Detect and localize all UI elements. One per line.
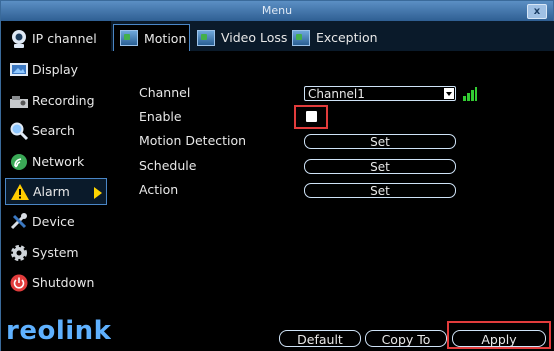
tab-label: Exception [316,30,378,45]
sidebar: IP channel Display Recording Search Netw… [1,21,111,351]
signal-strength-icon [463,87,477,101]
tab-motion[interactable]: Motion [113,24,190,51]
schedule-set-button[interactable]: Set [304,159,456,174]
window-title: Menu [261,4,293,17]
sidebar-item-network[interactable]: Network [5,148,107,175]
sidebar-item-label: Display [32,62,79,77]
brand-logo: reolink [6,316,112,346]
action-set-button[interactable]: Set [304,183,456,198]
channel-select-value: Channel1 [308,87,365,101]
sidebar-item-label: IP channel [32,31,97,46]
channel-label: Channel [139,85,191,100]
sidebar-item-shutdown[interactable]: Shutdown [5,269,107,296]
sidebar-item-label: Device [32,214,75,229]
camera-icon [9,29,29,49]
title-bar: Menu x [1,1,553,21]
motion-detection-label: Motion Detection [139,133,247,148]
tools-icon [9,212,29,232]
default-button[interactable]: Default [279,330,361,347]
tab-bar: Motion Video Loss Exception [111,21,554,51]
power-icon [9,273,29,293]
gear-icon [9,243,29,263]
action-label: Action [139,182,179,197]
motion-detection-set-button[interactable]: Set [304,134,456,149]
network-icon [9,152,29,172]
schedule-label: Schedule [139,158,197,173]
sidebar-item-alarm[interactable]: Alarm [5,178,107,205]
sidebar-item-recording[interactable]: Recording [5,87,107,114]
sidebar-item-ip-channel[interactable]: IP channel [5,25,107,52]
motion-tab-icon [120,30,138,46]
tab-video-loss[interactable]: Video Loss [191,24,289,51]
sidebar-item-label: Network [32,154,85,169]
sidebar-item-label: Shutdown [32,275,95,290]
sidebar-item-device[interactable]: Device [5,208,107,235]
chevron-down-icon[interactable] [444,88,454,99]
exception-tab-icon [292,29,310,46]
recorder-icon [9,91,29,111]
copy-to-button[interactable]: Copy To [365,330,447,347]
enable-checkbox[interactable] [306,111,317,122]
apply-button[interactable]: Apply [452,330,546,347]
menu-window: Menu x IP channel Display Recording Sear… [0,0,554,351]
enable-highlight [294,105,328,129]
monitor-icon [9,60,29,80]
sidebar-item-search[interactable]: Search [5,117,107,144]
sidebar-item-label: Search [32,123,75,138]
magnifier-icon [9,121,29,141]
active-arrow-icon [94,187,102,199]
warning-icon [10,182,30,202]
close-button[interactable]: x [527,4,547,19]
sidebar-item-display[interactable]: Display [5,56,107,83]
tab-label: Video Loss [221,30,288,45]
video-loss-tab-icon [197,29,215,46]
sidebar-item-label: System [32,245,79,260]
tab-label: Motion [144,30,187,46]
sidebar-item-label: Alarm [33,184,70,199]
main-panel: Motion Video Loss Exception Channel Chan… [111,21,554,351]
tab-exception[interactable]: Exception [286,24,378,51]
sidebar-item-system[interactable]: System [5,239,107,266]
enable-label: Enable [139,109,182,124]
sidebar-item-label: Recording [32,93,95,108]
channel-select[interactable]: Channel1 [304,86,456,101]
